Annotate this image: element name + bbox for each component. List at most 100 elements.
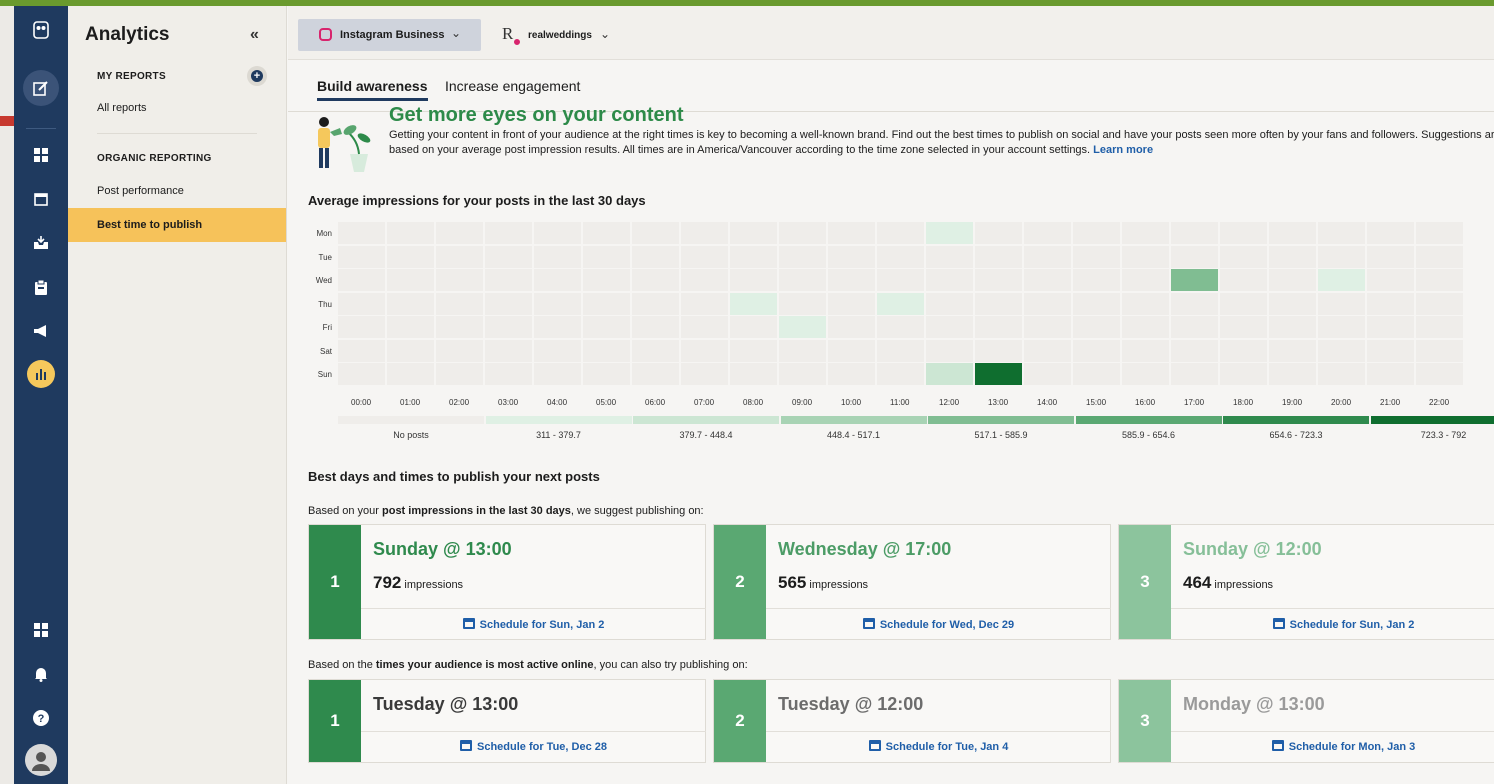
analytics-icon[interactable] (27, 360, 55, 388)
heatmap-cell[interactable] (1367, 245, 1414, 268)
heatmap-cell[interactable] (1269, 339, 1316, 362)
heatmap-cell[interactable] (583, 222, 630, 244)
profile-avatar[interactable]: R (500, 24, 522, 47)
heatmap-cell[interactable] (1416, 245, 1463, 268)
heatmap-cell[interactable] (1220, 222, 1267, 244)
heatmap-cell[interactable] (1122, 363, 1169, 385)
heatmap-cell[interactable] (828, 222, 875, 244)
heatmap-cell[interactable] (1367, 316, 1414, 338)
heatmap-cell[interactable] (436, 292, 483, 315)
heatmap-cell[interactable] (338, 222, 385, 244)
heatmap-cell[interactable] (828, 339, 875, 362)
heatmap-cell[interactable] (681, 363, 728, 385)
heatmap-cell[interactable] (730, 292, 777, 315)
heatmap-cell[interactable] (1416, 269, 1463, 291)
help-icon[interactable]: ? (27, 704, 55, 732)
heatmap-cell[interactable] (1367, 222, 1414, 244)
heatmap-cell[interactable] (1073, 316, 1120, 338)
heatmap-cell[interactable] (436, 222, 483, 244)
apps-icon[interactable] (27, 616, 55, 644)
heatmap-cell[interactable] (1416, 292, 1463, 315)
heatmap-cell[interactable] (975, 363, 1022, 385)
tab-build-awareness[interactable]: Build awareness (317, 78, 428, 101)
heatmap-cell[interactable] (1269, 222, 1316, 244)
heatmap-cell[interactable] (436, 339, 483, 362)
heatmap-cell[interactable] (730, 339, 777, 362)
schedule-link[interactable]: Schedule for Tue, Dec 28 (361, 740, 706, 753)
heatmap-cell[interactable] (485, 292, 532, 315)
heatmap-cell[interactable] (1220, 363, 1267, 385)
heatmap-cell[interactable] (1171, 316, 1218, 338)
heatmap-cell[interactable] (583, 245, 630, 268)
heatmap-cell[interactable] (387, 363, 434, 385)
heatmap-cell[interactable] (1367, 292, 1414, 315)
heatmap-cell[interactable] (1416, 363, 1463, 385)
heatmap-cell[interactable] (975, 339, 1022, 362)
heatmap-cell[interactable] (779, 222, 826, 244)
heatmap-cell[interactable] (877, 339, 924, 362)
heatmap-cell[interactable] (779, 292, 826, 315)
heatmap-cell[interactable] (632, 316, 679, 338)
chevron-down-icon[interactable]: ⌄ (600, 27, 610, 41)
heatmap-cell[interactable] (681, 292, 728, 315)
heatmap-cell[interactable] (436, 245, 483, 268)
heatmap-cell[interactable] (1073, 339, 1120, 362)
heatmap-cell[interactable] (583, 316, 630, 338)
heatmap-cell[interactable] (926, 363, 973, 385)
heatmap-cell[interactable] (632, 269, 679, 291)
heatmap-cell[interactable] (1171, 269, 1218, 291)
heatmap-cell[interactable] (436, 269, 483, 291)
heatmap-cell[interactable] (387, 292, 434, 315)
heatmap-cell[interactable] (1220, 269, 1267, 291)
heatmap-cell[interactable] (828, 316, 875, 338)
heatmap-cell[interactable] (534, 292, 581, 315)
heatmap-cell[interactable] (681, 316, 728, 338)
clipboard-icon[interactable] (27, 273, 55, 301)
heatmap-cell[interactable] (1269, 292, 1316, 315)
heatmap-cell[interactable] (1171, 245, 1218, 268)
heatmap-cell[interactable] (1220, 292, 1267, 315)
heatmap-cell[interactable] (877, 222, 924, 244)
heatmap-cell[interactable] (1269, 363, 1316, 385)
heatmap-cell[interactable] (485, 269, 532, 291)
heatmap-cell[interactable] (583, 292, 630, 315)
heatmap-cell[interactable] (1122, 339, 1169, 362)
heatmap-cell[interactable] (1269, 269, 1316, 291)
heatmap-cell[interactable] (1367, 269, 1414, 291)
heatmap-cell[interactable] (975, 292, 1022, 315)
heatmap-cell[interactable] (338, 316, 385, 338)
bell-icon[interactable] (27, 660, 55, 688)
heatmap-cell[interactable] (436, 316, 483, 338)
heatmap-cell[interactable] (1073, 222, 1120, 244)
account-selector[interactable]: Instagram Business ⌄ (298, 19, 481, 51)
heatmap-cell[interactable] (1416, 339, 1463, 362)
heatmap-cell[interactable] (1318, 363, 1365, 385)
heatmap-cell[interactable] (583, 363, 630, 385)
compose-icon[interactable] (23, 70, 59, 106)
heatmap-cell[interactable] (1122, 222, 1169, 244)
heatmap-cell[interactable] (877, 269, 924, 291)
heatmap-cell[interactable] (1024, 339, 1071, 362)
heatmap-cell[interactable] (926, 269, 973, 291)
collapse-sidebar-button[interactable]: « (250, 26, 259, 44)
heatmap-cell[interactable] (387, 269, 434, 291)
heatmap-cell[interactable] (387, 222, 434, 244)
heatmap-cell[interactable] (1318, 245, 1365, 268)
heatmap-cell[interactable] (779, 363, 826, 385)
heatmap-cell[interactable] (1073, 269, 1120, 291)
heatmap-cell[interactable] (1122, 245, 1169, 268)
heatmap-cell[interactable] (387, 316, 434, 338)
heatmap-cell[interactable] (1171, 363, 1218, 385)
heatmap-cell[interactable] (1073, 245, 1120, 268)
heatmap-cell[interactable] (1024, 269, 1071, 291)
heatmap-cell[interactable] (1318, 222, 1365, 244)
heatmap-cell[interactable] (632, 222, 679, 244)
megaphone-icon[interactable] (27, 317, 55, 345)
heatmap-cell[interactable] (1367, 339, 1414, 362)
heatmap-cell[interactable] (1318, 316, 1365, 338)
sidebar-item-all-reports[interactable]: All reports (97, 102, 147, 114)
heatmap-cell[interactable] (534, 269, 581, 291)
heatmap-cell[interactable] (534, 363, 581, 385)
heatmap-cell[interactable] (1269, 316, 1316, 338)
learn-more-link[interactable]: Learn more (1093, 144, 1153, 156)
